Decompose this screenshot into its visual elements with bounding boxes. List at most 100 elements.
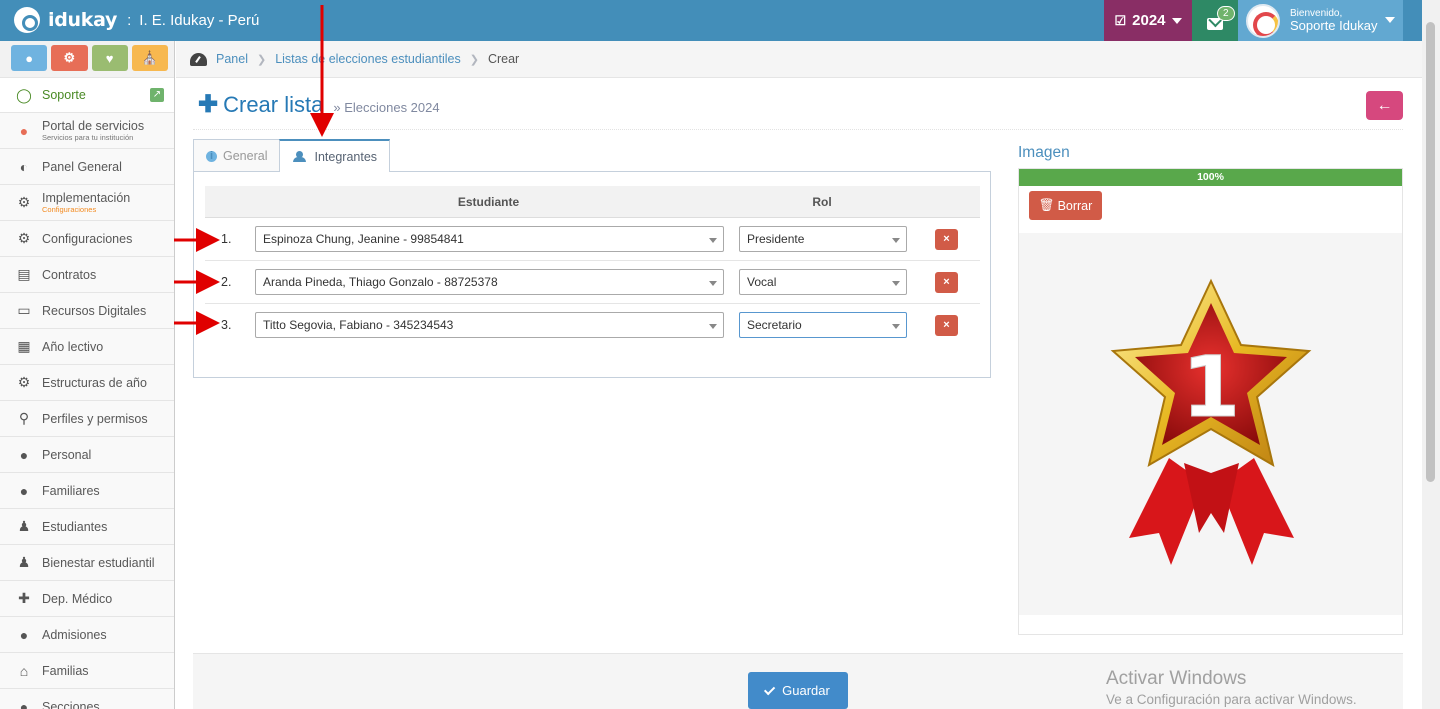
brand[interactable]: idukay : I. E. Idukay - Perú — [14, 6, 259, 34]
dropdown-arrow-icon — [709, 281, 717, 286]
cogs-icon: ⚙ — [63, 50, 76, 65]
idukay-logo-icon — [14, 7, 40, 33]
gear-icon: ⚙ — [17, 374, 31, 390]
page-header: ✚ Crear lista » Elecciones 2024 ← — [193, 78, 1403, 130]
back-button[interactable]: ← — [1366, 91, 1403, 120]
members-table: Estudiante Rol 1. Espinoza Chung, Jeanin… — [205, 186, 980, 347]
sidebar-item-contratos[interactable]: ▤ Contratos — [0, 256, 174, 292]
sidebar-item-familias[interactable]: ⌂ Familias — [0, 652, 174, 688]
dashboard-icon — [190, 52, 207, 66]
role-select[interactable]: Secretario — [739, 312, 907, 338]
image-section-title: Imagen — [1018, 144, 1070, 161]
sidebar-item-label: Portal de servicios — [42, 118, 145, 133]
sidebar-item-personal[interactable]: ● Personal — [0, 436, 174, 472]
sidebar-item-label: Personal — [42, 447, 92, 462]
sidebar-item-perfiles[interactable]: ⚲ Perfiles y permisos — [0, 400, 174, 436]
portal-logo-icon: ● — [19, 122, 29, 139]
breadcrumb-panel-link[interactable]: Panel — [216, 52, 248, 66]
trash-icon: 🗑 — [1038, 198, 1055, 212]
sidebar-item-implementacion[interactable]: ⚙ Implementación Configuraciones — [0, 184, 174, 220]
shortcut-heart-button[interactable]: ♥ — [91, 45, 128, 71]
sidebar-item-panel-general[interactable]: ◐ Panel General — [0, 148, 174, 184]
delete-row-button[interactable]: × — [935, 272, 958, 293]
selected-student: Espinoza Chung, Jeanine - 99854841 — [263, 232, 464, 246]
sidebar-item-recursos-digitales[interactable]: ▭ Recursos Digitales — [0, 292, 174, 328]
chevron-right-icon: ❯ — [256, 53, 267, 66]
sidebar-item-label: Configuraciones — [42, 231, 133, 246]
sidebar-item-label: Estructuras de año — [42, 375, 147, 390]
award-badge-icon: 1 — [1110, 278, 1312, 565]
save-label: Guardar — [782, 683, 830, 698]
windows-activation-watermark: Activar Windows Ve a Configuración para … — [1106, 668, 1357, 707]
row-number: 3. — [221, 318, 232, 332]
page-subtitle: » Elecciones 2024 — [333, 100, 440, 115]
year-selector[interactable]: ☑ 2024 — [1104, 0, 1192, 41]
sidebar-item-soporte[interactable]: ◯ Soporte ↗ — [0, 77, 174, 112]
selected-student: Titto Segovia, Fabiano - 345234543 — [263, 318, 454, 332]
dropdown-arrow-icon — [892, 281, 900, 286]
sidebar-item-label: Estudiantes — [42, 519, 108, 534]
sidebar-item-secciones[interactable]: ● Secciones — [0, 688, 174, 709]
external-link-icon[interactable]: ↗ — [150, 88, 164, 102]
tab-integrantes[interactable]: Integrantes — [279, 139, 391, 172]
group-icon: ● — [19, 626, 29, 643]
student-select[interactable]: Aranda Pineda, Thiago Gonzalo - 88725378 — [255, 269, 724, 295]
page-scrollbar[interactable] — [1422, 0, 1440, 709]
user-icon: ● — [25, 50, 34, 66]
delete-image-button[interactable]: 🗑 Borrar — [1029, 191, 1102, 220]
user-menu[interactable]: Bienvenido, Soporte Idukay — [1238, 0, 1403, 41]
delete-image-label: Borrar — [1057, 198, 1093, 213]
watermark-title: Activar Windows — [1106, 668, 1247, 689]
sidebar-item-dep-medico[interactable]: ✚ Dep. Médico — [0, 580, 174, 616]
sidebar-item-label: Admisiones — [42, 627, 107, 642]
sidebar-item-label: Bienestar estudiantil — [42, 555, 155, 570]
table-row: 3. Titto Segovia, Fabiano - 345234543 Se… — [205, 304, 980, 347]
sidebar-item-label: Dep. Médico — [42, 591, 113, 606]
sidebar-item-configuraciones[interactable]: ⚙ Configuraciones — [0, 220, 174, 256]
sidebar-item-ano-lectivo[interactable]: ▦ Año lectivo — [0, 328, 174, 364]
dropdown-arrow-icon — [892, 238, 900, 243]
breadcrumb-current: Crear — [487, 52, 520, 66]
user-icon: ● — [19, 446, 29, 463]
shortcut-cogs-button[interactable]: ⚙ — [51, 45, 88, 71]
shortcut-institution-button[interactable]: ⛪ — [131, 45, 168, 71]
chevron-right-icon: ❯ — [469, 53, 479, 66]
student-select[interactable]: Titto Segovia, Fabiano - 345234543 — [255, 312, 724, 338]
sidebar-shortcuts: ● ⚙ ♥ ⛪ — [0, 41, 174, 77]
cogs-icon: ⚙ — [17, 230, 31, 246]
sidebar-item-label: Implementación — [42, 190, 131, 205]
laptop-icon: ▭ — [17, 302, 31, 318]
tabs: i General Integrantes — [193, 139, 391, 172]
role-select[interactable]: Presidente — [739, 226, 907, 252]
student-select[interactable]: Espinoza Chung, Jeanine - 99854841 — [255, 226, 724, 252]
home-icon: ⌂ — [19, 662, 29, 679]
shortcut-user-button[interactable]: ● — [11, 45, 48, 71]
messages-badge: 2 — [1217, 6, 1235, 21]
sidebar-item-admisiones[interactable]: ● Admisiones — [0, 616, 174, 652]
info-icon: i — [206, 150, 217, 162]
tab-general[interactable]: i General — [193, 139, 281, 172]
sidebar-item-label: Soporte — [42, 88, 86, 102]
arrow-left-icon: ← — [1376, 96, 1393, 114]
save-button[interactable]: Guardar — [748, 672, 848, 709]
wellbeing-icon: ♟ — [17, 554, 31, 570]
sidebar-item-estudiantes[interactable]: ♟ Estudiantes — [0, 508, 174, 544]
check-icon — [764, 683, 776, 695]
breadcrumb-list-link[interactable]: Listas de elecciones estudiantiles — [275, 52, 461, 66]
sidebar-item-bienestar[interactable]: ♟ Bienestar estudiantil — [0, 544, 174, 580]
sidebar-item-label: Año lectivo — [42, 339, 104, 354]
sidebar-item-estructuras[interactable]: ⚙ Estructuras de año — [0, 364, 174, 400]
row-number: 2. — [221, 275, 232, 289]
messages-button[interactable]: 2 — [1192, 0, 1238, 41]
sidebar-item-portal[interactable]: ● Portal de servicios Servicios para tu … — [0, 112, 174, 148]
sidebar-item-familiares[interactable]: ● Familiares — [0, 472, 174, 508]
role-select[interactable]: Vocal — [739, 269, 907, 295]
table-row: 2. Aranda Pineda, Thiago Gonzalo - 88725… — [205, 261, 980, 304]
delete-row-button[interactable]: × — [935, 315, 958, 336]
dropdown-arrow-icon — [709, 238, 717, 243]
table-header: Estudiante Rol — [205, 186, 980, 218]
users-icon — [292, 151, 308, 162]
user-name: Soporte Idukay — [1290, 17, 1378, 33]
scrollbar-thumb[interactable] — [1426, 22, 1435, 482]
delete-row-button[interactable]: × — [935, 229, 958, 250]
